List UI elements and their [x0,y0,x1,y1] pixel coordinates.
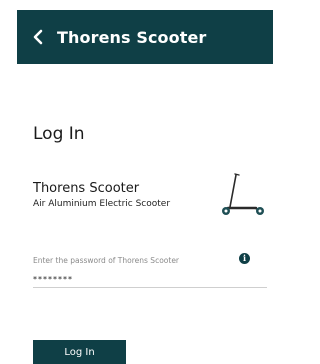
password-input[interactable] [33,271,267,288]
chevron-left-icon [33,29,43,45]
info-icon[interactable]: i [239,253,250,264]
device-name: Thorens Scooter [33,181,140,196]
header-title: Thorens Scooter [57,27,207,47]
back-button[interactable] [25,24,51,50]
page-title: Log In [33,124,85,144]
login-button[interactable]: Log In [33,340,126,364]
password-label: Enter the password of Thorens Scooter [33,256,180,265]
scooter-icon [222,173,264,215]
app-header: Thorens Scooter [17,10,273,64]
device-description: Air Aluminium Electric Scooter [33,199,171,209]
